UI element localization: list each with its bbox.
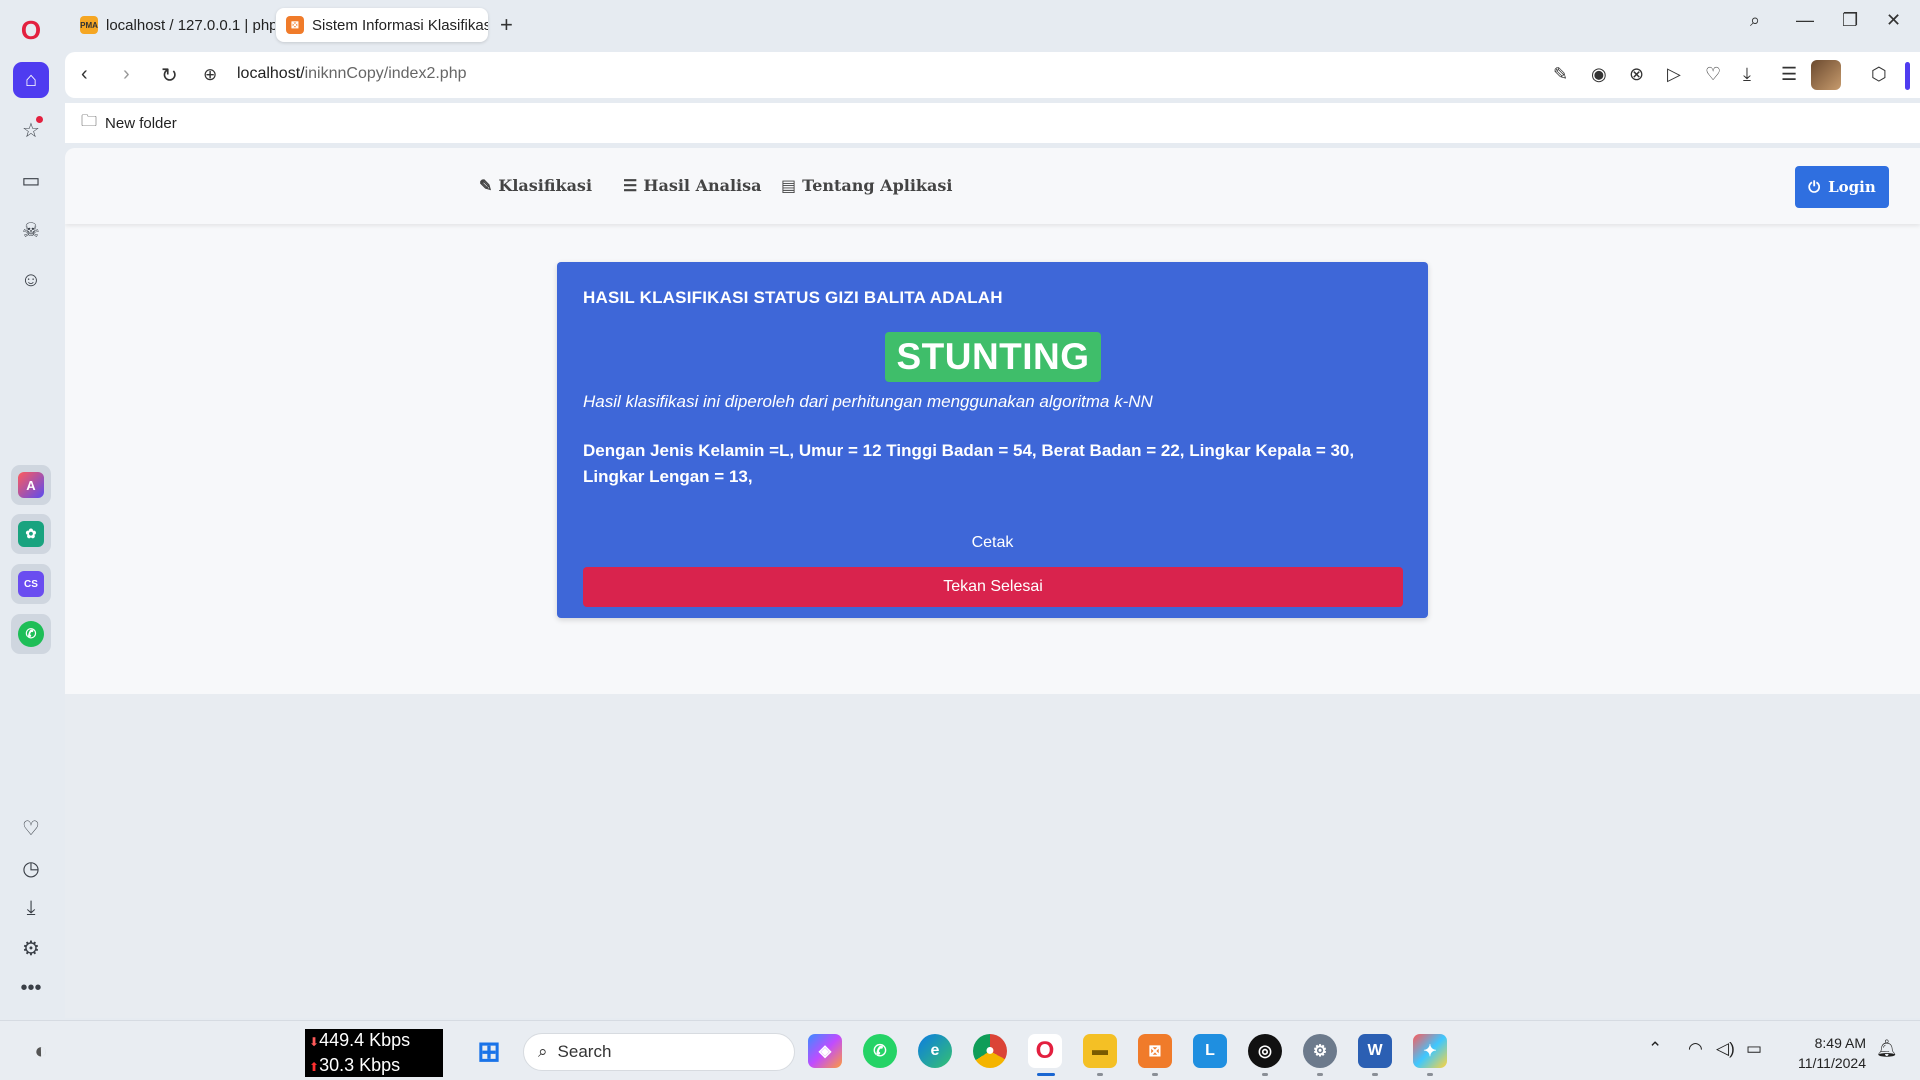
sidebar-toggle[interactable] xyxy=(1905,62,1910,90)
tab-label: Sistem Informasi Klasifikasi xyxy=(312,16,488,34)
xampp-icon: ⊠ xyxy=(286,16,304,34)
result-title: HASIL KLASIFIKASI STATUS GIZI BALITA ADA… xyxy=(583,288,1003,307)
workspace-icon[interactable]: ▭ xyxy=(13,162,49,198)
windows-start-icon[interactable]: ⊞ xyxy=(472,1034,506,1068)
restore-icon[interactable]: ❐ xyxy=(1842,10,1858,31)
opera-running-indicator xyxy=(1037,1073,1055,1076)
home-icon[interactable]: ⌂ xyxy=(13,62,49,98)
chevron-up-icon[interactable]: ⌃ xyxy=(1648,1039,1662,1059)
word-running-indicator xyxy=(1372,1073,1378,1076)
forward-icon[interactable]: › xyxy=(123,63,130,86)
login-button[interactable]: ⏻ Login xyxy=(1795,166,1889,208)
result-parameters: Dengan Jenis Kelamin =L, Umur = 12 Tingg… xyxy=(583,441,1355,486)
result-description: Hasil klasifikasi ini diperoleh dari per… xyxy=(583,392,1153,411)
paint-running-indicator xyxy=(1427,1073,1433,1076)
edit-icon: ✎ xyxy=(479,176,493,195)
nav-klasifikasi[interactable]: ✎ Klasifikasi xyxy=(479,176,592,195)
github-running-indicator xyxy=(1262,1073,1268,1076)
page-viewport: ✎ Klasifikasi ☰ Hasil Analisa ▤ Tentang … xyxy=(65,148,1920,1018)
bookmark-folder[interactable]: New folder xyxy=(105,115,177,132)
settings-icon[interactable]: ⚙ xyxy=(1303,1034,1337,1068)
easy-setup-icon[interactable]: ☰ xyxy=(1781,64,1797,85)
battery-icon[interactable]: ▭ xyxy=(1746,1039,1762,1059)
pinboard-icon[interactable]: ☆ xyxy=(13,112,49,148)
volume-icon[interactable]: ◁) xyxy=(1716,1039,1735,1059)
network-speed-widget: ⬇449.4 Kbps ⬆30.3 Kbps xyxy=(305,1029,443,1077)
github-icon[interactable]: ◎ xyxy=(1248,1034,1282,1068)
page-footer-area xyxy=(65,694,1920,1018)
address-bar: ‹ › ↻ ⊕ localhost/iniknnCopy/index2.php … xyxy=(65,52,1920,98)
skull-icon[interactable]: ☠ xyxy=(13,212,49,248)
chatgpt-app-icon[interactable]: ✿ xyxy=(11,514,51,554)
notification-bell-icon[interactable]: 🔔︎ xyxy=(1876,1039,1898,1059)
edge-icon[interactable]: e xyxy=(918,1034,952,1068)
tab-label: localhost / 127.0.0.1 | phpMyAdmin xyxy=(106,16,275,34)
xampp-running-indicator xyxy=(1152,1073,1158,1076)
profile-avatar[interactable] xyxy=(1811,60,1841,90)
heart-icon[interactable]: ♡ xyxy=(1705,64,1721,85)
camera-icon[interactable]: ◉ xyxy=(1591,64,1607,85)
tab-bar: PMA localhost / 127.0.0.1 | phpMyAdmin ⊠… xyxy=(62,0,1920,48)
status-badge: STUNTING xyxy=(885,332,1101,382)
opera-sidebar: O ⌂ ☆ ▭ ☠ ☺ A ✿ CS ✆ ♡ ◷ ⤓ ⚙ ••• xyxy=(0,0,62,1020)
word-icon[interactable]: W xyxy=(1358,1034,1392,1068)
power-icon: ⏻ xyxy=(1808,178,1821,196)
extensions-icon[interactable]: ⬡ xyxy=(1871,64,1887,85)
back-icon[interactable]: ‹ xyxy=(81,63,88,86)
finish-button[interactable]: Tekan Selesai xyxy=(583,567,1403,607)
reload-icon[interactable]: ↻ xyxy=(161,63,178,88)
l-app-icon[interactable]: L xyxy=(1193,1034,1227,1068)
taskbar-search[interactable]: ⌕ Search xyxy=(523,1033,795,1071)
wifi-icon[interactable]: ◠ xyxy=(1688,1039,1703,1059)
globe-icon: ⊕ xyxy=(203,65,218,84)
copilot-icon[interactable]: ◈ xyxy=(808,1034,842,1068)
tab-sistem-informasi[interactable]: ⊠ Sistem Informasi Klasifikasi xyxy=(276,8,488,42)
paint-app-icon[interactable]: ✦ xyxy=(1413,1034,1447,1068)
file-explorer-icon[interactable]: ▬ xyxy=(1083,1034,1117,1068)
xampp-icon[interactable]: ⊠ xyxy=(1138,1034,1172,1068)
heart-icon[interactable]: ♡ xyxy=(13,810,49,846)
book-icon: ▤ xyxy=(781,176,797,195)
new-tab-button[interactable]: + xyxy=(500,12,513,38)
nav-tentang-aplikasi[interactable]: ▤ Tentang Aplikasi xyxy=(781,176,952,195)
download-icon[interactable]: ⤓ xyxy=(1743,64,1751,85)
database-icon: ☰ xyxy=(623,176,638,195)
snapshot-edit-icon[interactable]: ✎ xyxy=(1553,64,1568,85)
settings-running-indicator xyxy=(1317,1073,1323,1076)
bookmarks-bar: 🗀 New folder xyxy=(65,103,1920,143)
download-icon[interactable]: ⤓ xyxy=(13,890,49,926)
chrome-icon[interactable]: ● xyxy=(973,1034,1007,1068)
windows-taskbar: ◐ ⬇449.4 Kbps ⬆30.3 Kbps ⊞ ⌕ Search ◈ ✆ … xyxy=(0,1020,1920,1080)
weather-icon[interactable]: ◐ xyxy=(24,1034,58,1068)
minimize-icon[interactable]: — xyxy=(1796,10,1814,31)
more-icon[interactable]: ••• xyxy=(13,970,49,1006)
settings-icon[interactable]: ⚙ xyxy=(13,930,49,966)
app-navbar: ✎ Klasifikasi ☰ Hasil Analisa ▤ Tentang … xyxy=(65,148,1920,224)
close-icon[interactable]: ✕ xyxy=(1886,10,1901,31)
result-card: HASIL KLASIFIKASI STATUS GIZI BALITA ADA… xyxy=(557,262,1428,618)
search-icon: ⌕ xyxy=(538,1042,548,1061)
nav-hasil-analisa[interactable]: ☰ Hasil Analisa xyxy=(623,176,762,195)
player-icon[interactable]: ▷ xyxy=(1667,64,1681,85)
url-field[interactable]: localhost/iniknnCopy/index2.php xyxy=(237,65,466,83)
adblock-icon[interactable]: ⊗ xyxy=(1629,64,1644,85)
aria-app-icon[interactable]: A xyxy=(11,465,51,505)
opera-logo-icon[interactable]: O xyxy=(13,12,49,48)
opera-icon[interactable]: O xyxy=(1028,1034,1062,1068)
phpmyadmin-icon: PMA xyxy=(80,16,98,34)
whatsapp-app-icon[interactable]: ✆ xyxy=(11,614,51,654)
folder-icon: 🗀 xyxy=(81,112,98,130)
history-icon[interactable]: ◷ xyxy=(13,850,49,886)
explorer-running-indicator xyxy=(1097,1073,1103,1076)
tab-phpmyadmin[interactable]: PMA localhost / 127.0.0.1 | phpMyAdmin xyxy=(70,8,275,42)
whatsapp-icon[interactable]: ✆ xyxy=(863,1034,897,1068)
search-tabs-icon[interactable]: ⌕ xyxy=(1750,10,1760,31)
emoji-icon[interactable]: ☺ xyxy=(13,262,49,298)
system-clock[interactable]: 8:49 AM 11/11/2024 xyxy=(1780,1033,1866,1073)
print-link[interactable]: Cetak xyxy=(557,534,1428,552)
cs-app-icon[interactable]: CS xyxy=(11,564,51,604)
